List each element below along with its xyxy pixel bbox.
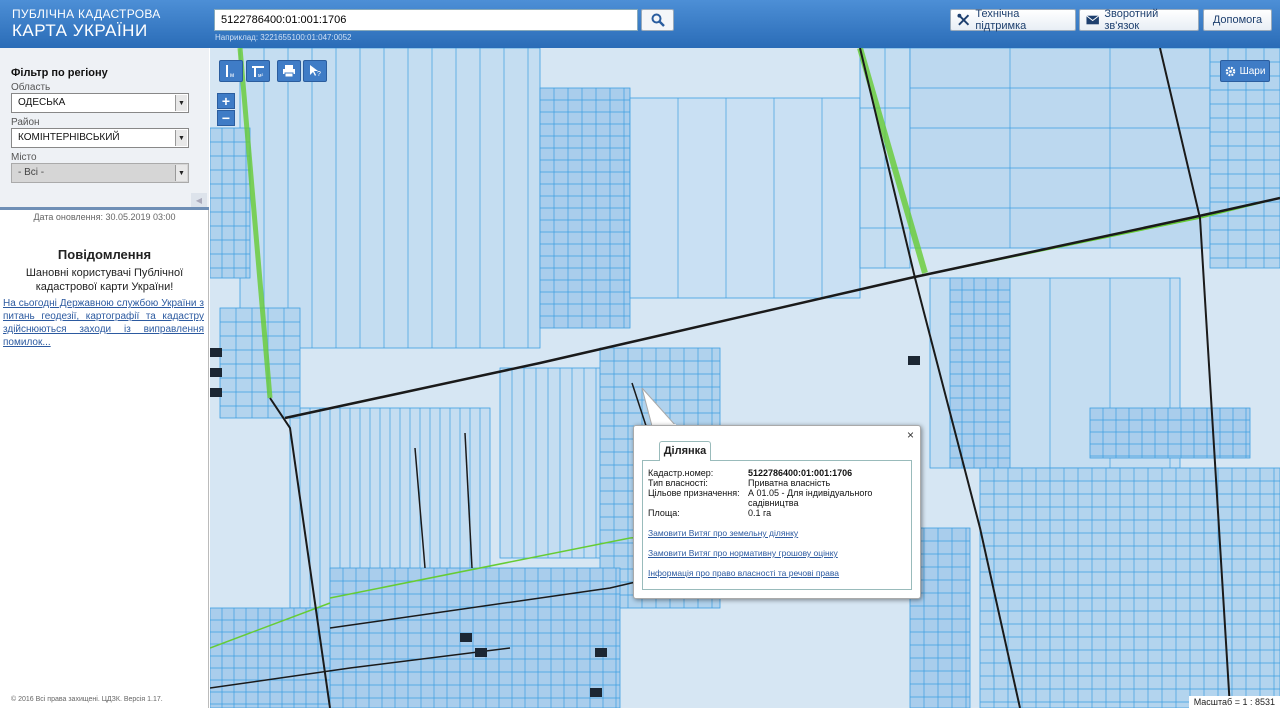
region-select-value: ОДЕСЬКА bbox=[18, 97, 66, 108]
logo-line2: КАРТА УКРАЇНИ bbox=[12, 21, 148, 40]
district-label: Район bbox=[11, 117, 40, 128]
svg-text:м²: м² bbox=[258, 73, 263, 79]
order-parcel-extract-link[interactable]: Замовити Витяг про земельну ділянку bbox=[648, 528, 798, 538]
site-logo[interactable]: ПУБЛІЧНА КАДАСТРОВА КАРТА УКРАЇНИ bbox=[12, 8, 161, 39]
identify-tool[interactable]: ? bbox=[303, 60, 327, 82]
logo-line1: ПУБЛІЧНА КАДАСТРОВА bbox=[12, 7, 161, 21]
region-filter-panel: Фільтр по регіону Область ОДЕСЬКА ▼ Райо… bbox=[0, 48, 209, 210]
search-example: Наприклад: 3221655100:01:047:0052 bbox=[215, 33, 352, 42]
ownership-info-link[interactable]: Інформація про право власності та речові… bbox=[648, 568, 839, 578]
support-button[interactable]: Технічна підтримка bbox=[950, 8, 1076, 32]
tab-parcel[interactable]: Ділянка bbox=[659, 441, 711, 461]
row-key: Тип власності: bbox=[648, 478, 708, 488]
notice-text: Шановні користувачі Публічної кадастрово… bbox=[25, 267, 184, 293]
row-key: Цільове призначення: bbox=[648, 488, 740, 498]
row-value: Приватна власність bbox=[748, 478, 831, 488]
svg-text:?: ? bbox=[317, 71, 321, 78]
copyright: © 2016 Всі права захищені. ЦДЗК. Версія … bbox=[11, 696, 163, 703]
map-canvas[interactable] bbox=[210, 48, 1280, 708]
cursor-help-icon: ? bbox=[310, 65, 321, 78]
row-value: А 01.05 - Для індивідуального садівництв… bbox=[748, 488, 873, 508]
close-icon[interactable]: × bbox=[907, 428, 914, 442]
cadastral-map[interactable]: м м² ? + − Шари × Ділянка Кадастр.номер:… bbox=[210, 48, 1280, 708]
update-date: Дата оновлення: 30.05.2019 03:00 bbox=[33, 212, 176, 222]
filter-title: Фільтр по регіону bbox=[11, 67, 108, 79]
feedback-button[interactable]: Зворотний зв'язок bbox=[1079, 8, 1199, 32]
envelope-icon bbox=[1086, 15, 1100, 25]
chevron-down-icon: ▼ bbox=[175, 165, 187, 181]
city-label: Місто bbox=[11, 152, 37, 163]
gear-icon bbox=[1225, 66, 1235, 76]
sidebar: Фільтр по регіону Область ОДЕСЬКА ▼ Райо… bbox=[0, 48, 209, 708]
row-key: Площа: bbox=[648, 508, 680, 518]
cadastral-search-input[interactable] bbox=[214, 9, 638, 31]
city-select-value: - Всі - bbox=[18, 167, 45, 178]
row-value: 0.1 га bbox=[748, 508, 772, 518]
layers-button[interactable]: Шари bbox=[1220, 60, 1270, 82]
search-icon bbox=[651, 13, 665, 27]
map-scale: Масштаб = 1 : 8531 bbox=[1188, 696, 1280, 708]
city-select[interactable]: - Всі - ▼ bbox=[11, 163, 189, 183]
district-select[interactable]: КОМІНТЕРНІВСЬКИЙ ▼ bbox=[11, 128, 189, 148]
region-select[interactable]: ОДЕСЬКА ▼ bbox=[11, 93, 189, 113]
zoom-in-button[interactable]: + bbox=[217, 93, 235, 109]
collapse-sidebar-button[interactable]: ◀ bbox=[191, 193, 207, 207]
parcel-info-popup: × Ділянка Кадастр.номер: 5122786400:01:0… bbox=[633, 425, 921, 599]
support-label: Технічна підтримка bbox=[975, 8, 1027, 32]
svg-text:м: м bbox=[230, 73, 234, 79]
row-value: 5122786400:01:001:1706 bbox=[748, 468, 853, 478]
header-bar: ПУБЛІЧНА КАДАСТРОВА КАРТА УКРАЇНИ Наприк… bbox=[0, 0, 1280, 48]
row-key: Кадастр.номер: bbox=[648, 468, 714, 478]
printer-icon bbox=[283, 65, 295, 78]
chevron-down-icon: ▼ bbox=[175, 130, 187, 146]
help-button[interactable]: Допомога bbox=[1203, 9, 1272, 31]
notice-link[interactable]: На сьогодні Державною службою України з … bbox=[3, 297, 204, 349]
chevron-down-icon: ▼ bbox=[175, 95, 187, 111]
ruler-icon: м bbox=[226, 65, 234, 79]
region-label: Область bbox=[11, 82, 51, 93]
help-label: Допомога bbox=[1212, 14, 1263, 26]
zoom-out-button[interactable]: − bbox=[217, 110, 235, 126]
order-valuation-extract-link[interactable]: Замовити Витяг про нормативну грошову оц… bbox=[648, 548, 838, 558]
layers-label: Шари bbox=[1239, 65, 1266, 77]
district-select-value: КОМІНТЕРНІВСЬКИЙ bbox=[18, 132, 120, 143]
parcel-details: Кадастр.номер: 5122786400:01:001:1706 Ти… bbox=[642, 460, 912, 590]
measure-length-tool[interactable]: м bbox=[219, 60, 243, 82]
print-button[interactable] bbox=[277, 60, 301, 82]
feedback-label: Зворотний зв'язок bbox=[1104, 8, 1159, 32]
measure-area-tool[interactable]: м² bbox=[246, 60, 270, 82]
tools-icon bbox=[957, 13, 970, 26]
search-button[interactable] bbox=[641, 9, 674, 31]
notice-title: Повідомлення bbox=[57, 247, 152, 262]
area-icon: м² bbox=[252, 66, 264, 79]
